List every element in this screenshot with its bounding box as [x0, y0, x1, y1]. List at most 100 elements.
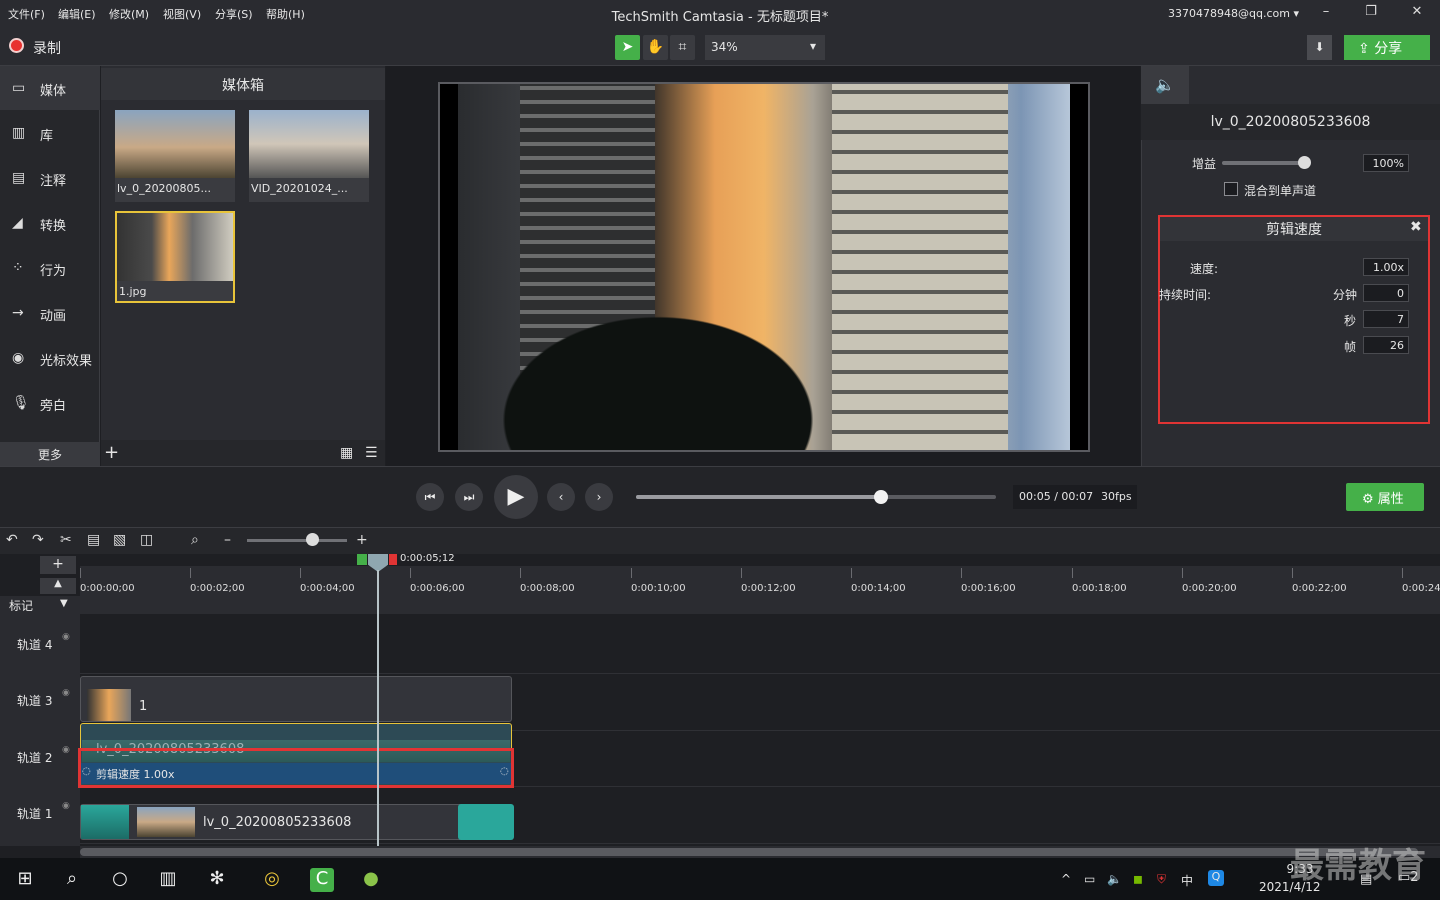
step-back-icon[interactable]: ⏮ — [416, 483, 444, 511]
gain-input[interactable]: 100% — [1363, 154, 1409, 172]
menu-file[interactable]: 文件(F) — [8, 6, 45, 22]
undo-icon[interactable]: ↶ — [6, 532, 18, 548]
camtasia-icon[interactable]: C — [310, 868, 334, 892]
network-icon[interactable]: ▭ — [1084, 872, 1095, 886]
volume-icon[interactable]: 🔈 — [1107, 872, 1122, 886]
collapse-icon[interactable]: ▲ — [40, 578, 76, 594]
more-button[interactable]: 更多 — [0, 442, 100, 466]
nav-item-cursor-effect[interactable]: ◉ 光标效果 — [0, 336, 100, 380]
app-icon[interactable]: ● — [359, 868, 383, 892]
out-point-marker[interactable] — [389, 554, 397, 565]
chevron-down-icon: ▾ — [810, 39, 817, 53]
frames-input[interactable]: 26 — [1363, 336, 1409, 354]
cut-icon[interactable]: ✂ — [60, 532, 72, 548]
seconds-input[interactable]: 7 — [1363, 310, 1409, 328]
eye-icon[interactable]: ◉ — [62, 801, 70, 811]
cortana-icon[interactable]: ○ — [108, 868, 132, 892]
marker-row[interactable]: 标记 ▼ — [0, 596, 80, 614]
speed-input[interactable]: 1.00x — [1363, 258, 1409, 276]
security-icon[interactable]: ⛨ — [1157, 872, 1166, 887]
add-icon[interactable]: + — [104, 442, 119, 463]
building-right — [832, 84, 1008, 450]
record-icon[interactable] — [9, 38, 24, 53]
properties-button[interactable]: ⚙ 属性 — [1346, 483, 1424, 511]
video-clip[interactable]: lv_0_20200805233608 — [80, 804, 512, 840]
crop-tool-icon[interactable]: ⌗ — [670, 35, 695, 60]
nvidia-icon[interactable]: ◼ — [1133, 872, 1143, 886]
redo-icon[interactable]: ↷ — [32, 532, 44, 548]
menu-share[interactable]: 分享(S) — [215, 6, 253, 22]
ruler-tick — [961, 568, 962, 578]
zoom-select[interactable]: 34% ▾ — [705, 35, 825, 60]
account-menu[interactable]: 3370478948@qq.com ▾ — [1168, 7, 1299, 20]
nav-item-transition[interactable]: ◢ 转换 — [0, 201, 100, 245]
media-item[interactable]: lv_0_20200805... — [115, 110, 235, 202]
scrubber-handle[interactable] — [874, 490, 888, 504]
eye-icon[interactable]: ◉ — [62, 632, 70, 642]
menu-view[interactable]: 视图(V) — [163, 6, 201, 22]
nav-label: 行为 — [40, 264, 67, 279]
minimize-button[interactable]: – — [1316, 4, 1336, 24]
select-tool-icon[interactable]: ➤ — [615, 35, 640, 60]
chevron-up-icon[interactable]: ^ — [1061, 872, 1071, 886]
record-button[interactable]: 录制 — [33, 38, 61, 58]
copy-icon[interactable]: ▤ — [87, 532, 100, 548]
minutes-input[interactable]: 0 — [1363, 284, 1409, 302]
maximize-button[interactable]: ❐ — [1361, 4, 1381, 24]
qq-icon[interactable]: Q — [1208, 870, 1224, 886]
nav-item-voice[interactable]: 🎙 旁白 — [0, 381, 100, 425]
gain-slider[interactable] — [1222, 161, 1307, 165]
in-point-marker[interactable] — [357, 554, 367, 565]
scrollbar-thumb[interactable] — [80, 848, 1418, 856]
timeline-zoom-handle[interactable] — [306, 533, 319, 546]
pinwheel-icon[interactable]: ✻ — [205, 868, 229, 892]
ruler-tick-label: 0:00:12;00 — [741, 583, 796, 594]
nav-item-annotation[interactable]: ▤ 注释 — [0, 156, 100, 200]
paste-icon[interactable]: ▧ — [113, 532, 126, 548]
step-forward-icon[interactable]: ⏭ — [455, 483, 483, 511]
close-icon[interactable]: ✖ — [1410, 219, 1422, 235]
menu-help[interactable]: 帮助(H) — [266, 6, 305, 22]
pan-tool-icon[interactable]: ✋ — [643, 35, 668, 60]
task-view-icon[interactable]: ▥ — [156, 868, 180, 892]
timeline-zoom-slider[interactable] — [247, 539, 347, 542]
eye-icon[interactable]: ◉ — [62, 688, 70, 698]
chrome-icon[interactable]: ◎ — [260, 868, 284, 892]
split-icon[interactable]: ◫ — [140, 532, 153, 548]
eye-icon[interactable]: ◉ — [62, 745, 70, 755]
media-item[interactable]: VID_20201024_... — [249, 110, 369, 202]
nav-item-media[interactable]: ▭ 媒体 — [0, 66, 100, 110]
clip-tail[interactable] — [458, 804, 514, 840]
nav-item-behavior[interactable]: ⁘ 行为 — [0, 246, 100, 290]
share-button[interactable]: ⇪ 分享 — [1344, 35, 1430, 60]
list-view-icon[interactable]: ☰ — [365, 445, 378, 461]
close-button[interactable]: ✕ — [1407, 4, 1427, 24]
search-icon[interactable]: ⌕ — [60, 868, 84, 892]
track-row[interactable] — [80, 618, 1440, 674]
nav-item-animation[interactable]: → 动画 — [0, 291, 100, 335]
nav-item-library[interactable]: ▥ 库 — [0, 111, 100, 155]
menu-edit[interactable]: 编辑(E) — [58, 6, 96, 22]
track-label[interactable]: 轨道 3 — [17, 692, 52, 709]
track-label[interactable]: 轨道 1 — [17, 805, 52, 822]
next-icon[interactable]: › — [585, 483, 613, 511]
zoom-icon[interactable]: ⌕ — [191, 532, 199, 548]
ruler-tick — [631, 568, 632, 578]
download-icon[interactable]: ⬇ — [1307, 35, 1332, 60]
ime-indicator[interactable]: 中 — [1181, 872, 1193, 889]
windows-start-icon[interactable]: ⊞ — [13, 868, 37, 892]
zoom-in-icon[interactable]: + — [356, 532, 368, 548]
gain-slider-handle[interactable] — [1298, 156, 1311, 169]
play-icon[interactable]: ▶ — [494, 475, 538, 519]
previous-icon[interactable]: ‹ — [547, 483, 575, 511]
zoom-out-icon[interactable]: – — [224, 532, 231, 548]
track-label[interactable]: 轨道 2 — [17, 749, 52, 766]
mono-checkbox[interactable] — [1224, 182, 1238, 196]
media-item-selected[interactable]: 1.jpg — [115, 211, 235, 303]
grid-view-icon[interactable]: ▦ — [340, 445, 353, 461]
audio-tab-icon[interactable]: 🔈 — [1141, 66, 1189, 104]
menu-modify[interactable]: 修改(M) — [109, 6, 149, 22]
add-track-icon[interactable]: + — [40, 556, 76, 574]
track-label[interactable]: 轨道 4 — [17, 636, 52, 653]
image-clip[interactable]: 1 — [80, 676, 512, 722]
